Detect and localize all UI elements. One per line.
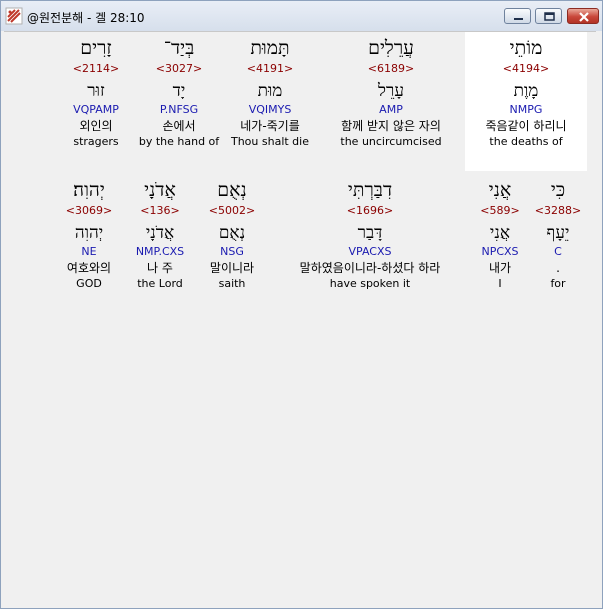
korean-gloss: 죽음같이 하리니: [485, 119, 567, 133]
english-gloss: by the hand of: [138, 135, 220, 148]
korean-gloss: 나 주: [147, 261, 173, 275]
english-gloss: the deaths of: [489, 135, 563, 148]
lemma: אֲנִי: [489, 223, 511, 243]
strong-number[interactable]: <1696>: [274, 203, 466, 218]
word-cell[interactable]: עֲרֵלִים <6189> עָרֵל AMP 함께 받지 않은 자의 th…: [320, 36, 462, 149]
lemma: יֵעָף: [546, 223, 570, 243]
hebrew-word: מוֹתֵי: [509, 37, 543, 59]
close-button[interactable]: [567, 8, 599, 24]
lemma: נְאֻם: [218, 223, 246, 243]
parsing-code: NPCXS: [481, 245, 519, 258]
strong-number[interactable]: <3288>: [532, 203, 584, 218]
korean-gloss: 외인의: [79, 119, 113, 133]
parsing-code: NMPG: [509, 103, 543, 116]
window-title: @원전분해 - 겔 28:10: [27, 11, 145, 25]
hebrew-word: יְהוִה׃: [73, 179, 105, 201]
word-cell[interactable]: תָּמוּת <4191> מוּת VQIMYS 네가-죽기를 Thou s…: [224, 36, 316, 149]
korean-gloss: 말하였음이니라-하셨다 하라: [299, 261, 441, 275]
korean-gloss: 함께 받지 않은 자의: [341, 119, 441, 133]
hebrew-word: נְאֻם: [217, 179, 247, 201]
english-gloss: Thou shalt die: [230, 135, 309, 148]
lemma: אֲדֹנָי: [145, 223, 175, 243]
parsing-code: NMP.CXS: [135, 245, 185, 258]
english-gloss: stragers: [73, 135, 119, 148]
hebrew-word: דִבַּרְתִּי: [347, 179, 393, 201]
hebrew-word: עֲרֵלִים: [368, 37, 414, 59]
hebrew-word: אֲנִי: [488, 179, 512, 201]
english-gloss: the Lord: [137, 277, 183, 290]
app-logo-icon: [5, 7, 23, 25]
maximize-icon: [544, 12, 555, 21]
word-cell[interactable]: דִבַּרְתִּי <1696> דָּבַר VPACXS 말하였음이니라…: [274, 178, 466, 291]
word-cell[interactable]: אֲנִי <589> אֲנִי NPCXS 내가 I: [470, 178, 530, 291]
english-gloss: GOD: [76, 277, 102, 290]
lemma: יָד: [172, 81, 186, 101]
hebrew-word: בְּיַד־: [163, 37, 195, 59]
word-cell[interactable]: זָרִים <2114> זוּר VQPAMP 외인의 stragers: [51, 36, 141, 149]
strong-number[interactable]: <3027>: [129, 61, 229, 76]
strong-number[interactable]: <5002>: [200, 203, 264, 218]
korean-gloss: 내가: [488, 261, 512, 275]
hebrew-word: זָרִים: [80, 37, 112, 59]
strong-number[interactable]: <589>: [470, 203, 530, 218]
strong-number[interactable]: <4191>: [224, 61, 316, 76]
word-cell[interactable]: כִּי <3288> יֵעָף C . for: [532, 178, 584, 291]
lemma: מוּת: [257, 81, 283, 101]
english-gloss: saith: [218, 277, 246, 290]
english-gloss: have spoken it: [329, 277, 411, 290]
lemma: עָרֵל: [378, 81, 404, 101]
title-bar[interactable]: @원전분해 - 겔 28:10: [1, 1, 602, 31]
word-cell[interactable]: יְהוִה׃ <3069> יְהוִה NE 여호와의 GOD: [53, 178, 125, 291]
app-window: @원전분해 - 겔 28:10 זָרִים <2114> זוּר VQPAM…: [0, 0, 603, 609]
word-cell-selected[interactable]: מוֹתֵי <4194> מָוֶת NMPG 죽음같이 하리니 the de…: [465, 32, 587, 171]
hebrew-word: תָּמוּת: [250, 37, 290, 59]
strong-number[interactable]: <4194>: [465, 61, 587, 76]
word-cell[interactable]: אֲדֹנָי <136> אֲדֹנָי NMP.CXS 나 주 the Lo…: [128, 178, 192, 291]
parsing-code: VQPAMP: [73, 103, 119, 116]
minimize-button[interactable]: [504, 8, 531, 24]
close-icon: [579, 12, 589, 22]
lemma: זוּר: [87, 81, 105, 101]
strong-number[interactable]: <6189>: [320, 61, 462, 76]
korean-gloss: 네가-죽기를: [240, 119, 300, 133]
strong-number[interactable]: <3069>: [53, 203, 125, 218]
korean-gloss: 여호와의: [66, 261, 112, 275]
hebrew-word: כִּי: [550, 179, 566, 201]
parsing-code: C: [554, 245, 562, 258]
parsing-code: NSG: [220, 245, 244, 258]
minimize-icon: [514, 18, 523, 20]
english-gloss: the uncircumcised: [340, 135, 442, 148]
lemma: מָוֶת: [513, 81, 539, 101]
parsing-code: VPACXS: [348, 245, 392, 258]
lemma: דָּבַר: [357, 223, 383, 243]
parsing-code: VQIMYS: [248, 103, 292, 116]
hebrew-word: אֲדֹנָי: [144, 179, 176, 201]
word-cell[interactable]: נְאֻם <5002> נְאֻם NSG 말이니라 saith: [200, 178, 264, 291]
verse-analysis-panel: זָרִים <2114> זוּר VQPAMP 외인의 stragers ב…: [4, 31, 596, 604]
maximize-button[interactable]: [535, 8, 562, 24]
korean-gloss: 말이니라: [209, 261, 255, 275]
word-cell[interactable]: בְּיַד־ <3027> יָד P.NFSG 손에서 by the han…: [129, 36, 229, 149]
lemma: יְהוִה: [74, 223, 104, 243]
parsing-code: NE: [81, 245, 97, 258]
parsing-code: AMP: [379, 103, 403, 116]
english-gloss: for: [550, 277, 566, 290]
korean-gloss: 손에서: [162, 119, 196, 133]
strong-number[interactable]: <2114>: [51, 61, 141, 76]
english-gloss: I: [498, 277, 502, 290]
strong-number[interactable]: <136>: [128, 203, 192, 218]
parsing-code: P.NFSG: [159, 103, 199, 116]
korean-gloss: .: [556, 261, 560, 275]
